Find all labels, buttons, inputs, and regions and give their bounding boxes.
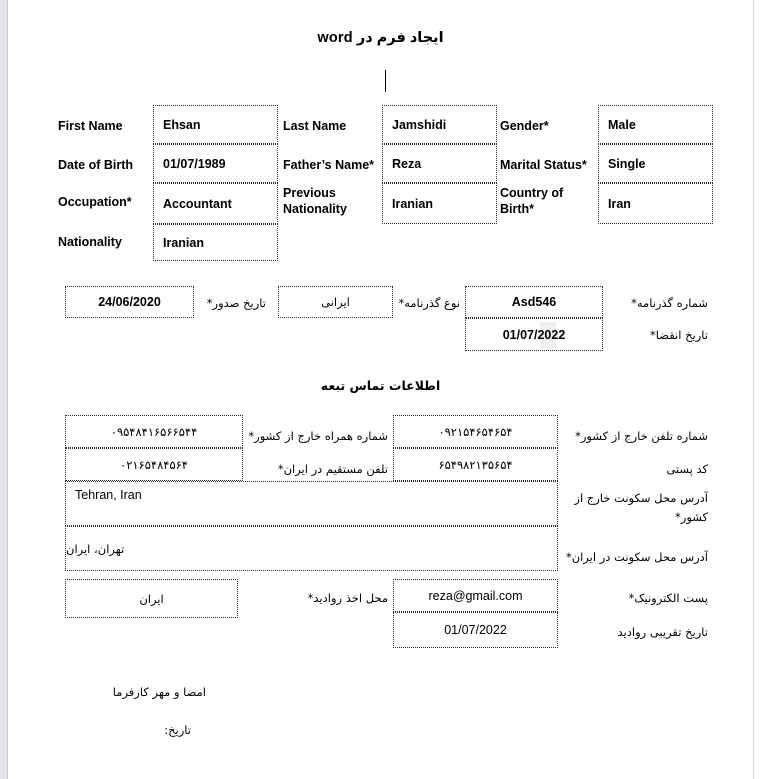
- field-last-name[interactable]: Jamshidi: [382, 105, 497, 144]
- field-visa-place[interactable]: ایران: [65, 579, 238, 618]
- label-occupation: Occupation*: [58, 195, 132, 209]
- field-passport-expiry[interactable]: 01/07/2022: [465, 318, 603, 351]
- value-marital-status: Single: [608, 156, 646, 171]
- footer-signature-label: امضا و مهر کارفرما: [112, 685, 206, 699]
- field-occupation[interactable]: Accountant: [153, 183, 278, 224]
- label-postal-code: کد پستی: [666, 462, 708, 476]
- footer-date-label: تاریخ:: [164, 723, 191, 737]
- value-passport-number: Asd546: [511, 295, 557, 309]
- label-visa-date: تاریخ تقریبی روادید: [617, 625, 708, 639]
- value-email: reza@gmail.com: [428, 588, 523, 603]
- label-first-name: First Name: [58, 119, 123, 133]
- value-previous-nationality: Iranian: [392, 196, 433, 211]
- value-nationality: Iranian: [163, 235, 204, 250]
- label-passport-expiry: تاریخ انقضا*: [650, 328, 708, 342]
- field-phone-abroad[interactable]: ۰۹۲۱۵۴۶۵۴۶۵۴: [393, 415, 558, 448]
- label-passport-type: نوع گذرنامه*: [398, 296, 460, 310]
- label-marital-status: Marital Status*: [500, 158, 587, 172]
- label-visa-place: محل اخذ روادید*: [307, 591, 388, 605]
- value-phone-iran: ۰۲۱۶۵۴۸۴۵۶۴: [120, 457, 188, 472]
- label-mobile-abroad: شماره همراه خارج از کشور*: [248, 429, 388, 443]
- field-first-name[interactable]: Ehsan: [153, 105, 278, 144]
- field-passport-number[interactable]: Asd546: [465, 286, 603, 318]
- value-visa-place: ایران: [139, 591, 164, 606]
- field-marital-status[interactable]: Single: [598, 144, 713, 183]
- label-passport-number: شماره گذرنامه*: [631, 296, 708, 310]
- value-visa-date: 01/07/2022: [444, 623, 507, 637]
- label-passport-issue-date: تاریخ صدور*: [206, 296, 266, 310]
- label-address-iran: آدرس محل سکونت در ایران*: [565, 550, 708, 564]
- field-date-of-birth[interactable]: 01/07/1989: [153, 144, 278, 183]
- label-phone-iran: تلفن مستقیم در ایران*: [277, 462, 388, 476]
- field-gender[interactable]: Male: [598, 105, 713, 144]
- label-phone-abroad: شماره تلفن خارج از کشور*: [575, 429, 708, 443]
- text-cursor: [385, 70, 386, 92]
- page-right-margin-strip: [753, 0, 761, 779]
- field-fathers-name[interactable]: Reza: [382, 144, 497, 183]
- field-postal-code[interactable]: ۶۵۴۹۸۲۱۳۵۶۵۴: [393, 448, 558, 481]
- value-last-name: Jamshidi: [392, 117, 447, 132]
- value-country-of-birth: Iran: [608, 196, 631, 211]
- value-occupation: Accountant: [163, 196, 232, 211]
- value-mobile-abroad: ۰۹۵۴۸۴۱۶۵۶۶۵۴۴: [110, 424, 198, 439]
- label-last-name: Last Name: [283, 119, 347, 133]
- field-address-iran[interactable]: تهران، ایران: [65, 526, 558, 571]
- field-mobile-abroad[interactable]: ۰۹۵۴۸۴۱۶۵۶۶۵۴۴: [65, 415, 243, 448]
- value-postal-code: ۶۵۴۹۸۲۱۳۵۶۵۴: [438, 457, 513, 472]
- value-address-abroad: Tehran, Iran: [75, 488, 142, 502]
- value-gender: Male: [608, 117, 636, 132]
- label-country-of-birth: Country of Birth*: [500, 186, 564, 216]
- label-nationality: Nationality: [58, 235, 122, 249]
- label-address-abroad: آدرس محل سکونت خارج از کشور*: [574, 491, 708, 524]
- label-fathers-name: Father’s Name*: [283, 158, 375, 172]
- field-address-abroad[interactable]: Tehran, Iran: [65, 481, 558, 526]
- field-email[interactable]: reza@gmail.com: [393, 579, 558, 612]
- label-gender: Gender*: [500, 119, 549, 133]
- value-passport-type: ایرانی: [321, 295, 350, 309]
- label-date-of-birth: Date of Birth: [58, 158, 133, 172]
- value-phone-abroad: ۰۹۲۱۵۴۶۵۴۶۵۴: [438, 424, 513, 439]
- section-heading-contact: اطلاعات تماس تبعه: [320, 378, 441, 393]
- value-address-iran: تهران، ایران: [66, 541, 125, 556]
- page-title: ایجاد فرم در word: [317, 30, 444, 46]
- value-fathers-name: Reza: [392, 156, 422, 171]
- field-passport-issue-date[interactable]: 24/06/2020: [65, 286, 194, 318]
- label-email: پست الکترونیک*: [628, 591, 708, 605]
- field-country-of-birth[interactable]: Iran: [598, 183, 713, 224]
- value-passport-issue-date: 24/06/2020: [98, 295, 161, 309]
- field-nationality[interactable]: Iranian: [153, 224, 278, 261]
- field-phone-iran[interactable]: ۰۲۱۶۵۴۸۴۵۶۴: [65, 448, 243, 481]
- document-sheet: ایجاد فرم در word First Name Ehsan Last …: [8, 0, 753, 779]
- field-visa-date[interactable]: 01/07/2022: [393, 612, 558, 648]
- field-previous-nationality[interactable]: Iranian: [382, 183, 497, 224]
- value-first-name: Ehsan: [163, 117, 201, 132]
- value-date-of-birth: 01/07/1989: [163, 156, 226, 171]
- label-previous-nationality: Previous Nationality: [283, 186, 347, 216]
- page-left-margin-strip: [0, 0, 8, 779]
- field-passport-type[interactable]: ایرانی: [278, 286, 393, 318]
- value-passport-expiry: 01/07/2022: [502, 327, 566, 342]
